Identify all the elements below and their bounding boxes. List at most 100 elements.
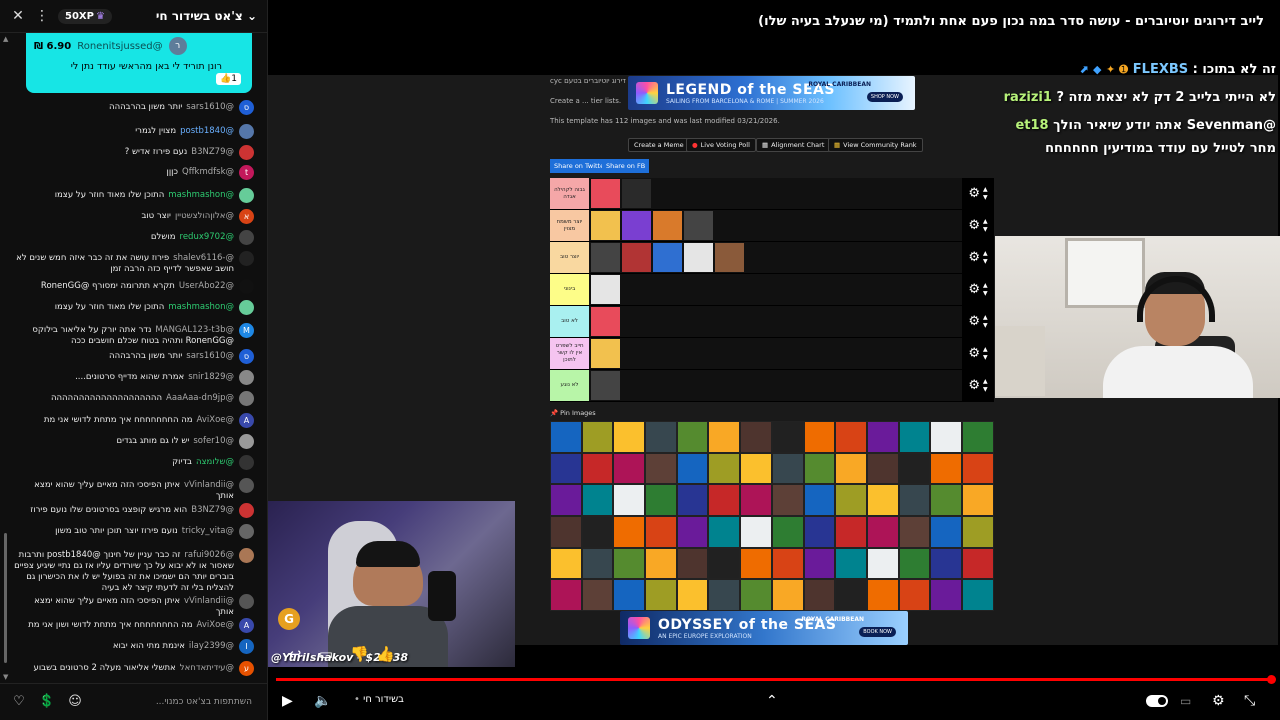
share-fb-button[interactable]: Share on FB xyxy=(602,159,650,173)
pool-image[interactable] xyxy=(930,484,962,517)
chat-message[interactable]: @vVinlandiiאיתן הפיסכי הזה מאיים עליך שה… xyxy=(14,594,254,618)
avatar[interactable] xyxy=(239,300,254,315)
pool-image[interactable] xyxy=(930,452,962,485)
tier-item-image[interactable] xyxy=(714,242,745,273)
avatar[interactable]: ע xyxy=(239,661,254,676)
pool-image[interactable] xyxy=(708,421,741,453)
pool-image[interactable] xyxy=(866,547,899,580)
chat-message[interactable]: @postb1840מצוין לגמרי xyxy=(14,124,254,139)
tier-item-image[interactable] xyxy=(621,210,652,241)
ad-cta-button[interactable]: SHOP NOW xyxy=(866,92,903,102)
emoji-icon[interactable]: ☺ xyxy=(66,693,84,711)
close-icon[interactable]: ✕ xyxy=(10,8,26,24)
pool-image[interactable] xyxy=(930,547,962,580)
tier-label[interactable]: גבוה לקהילה אגדה xyxy=(550,178,589,209)
avatar[interactable] xyxy=(239,188,254,203)
pool-image[interactable] xyxy=(645,579,677,611)
pool-image[interactable] xyxy=(550,579,582,611)
pool-image[interactable] xyxy=(930,421,962,453)
chevron-up-icon[interactable]: ▲ xyxy=(983,186,988,194)
pool-image[interactable] xyxy=(898,452,931,485)
author-name[interactable]: @-shalev6116 xyxy=(173,253,234,263)
author-name[interactable]: @mashmashon xyxy=(168,190,234,200)
like-button[interactable]: 👍1 xyxy=(216,73,241,85)
super-chat-message[interactable]: ר @Ronenitsjussed 6.90 ₪ רונן תוריד לי ב… xyxy=(26,33,252,93)
author-name[interactable]: @tricky_vita xyxy=(182,526,234,536)
avatar[interactable]: I xyxy=(239,639,254,654)
pool-image[interactable] xyxy=(581,452,614,485)
chevron-up-icon[interactable]: ⌃ xyxy=(766,690,778,712)
reorder-arrows[interactable]: ▲ ▼ xyxy=(983,346,988,362)
pool-image[interactable] xyxy=(645,452,677,485)
chat-message[interactable]: @UserAbo22 תקרא תתרומה ימסורף @RonenGG xyxy=(14,279,254,294)
pool-image[interactable] xyxy=(613,452,646,485)
chat-messages[interactable]: ▲ ר @Ronenitsjussed 6.90 ₪ רונן תוריד לי… xyxy=(0,33,268,683)
pool-image[interactable] xyxy=(613,547,646,580)
live-indicator[interactable]: בשידור חי • xyxy=(354,694,404,705)
pool-image[interactable] xyxy=(835,484,867,517)
pool-image[interactable] xyxy=(803,547,836,580)
pool-image[interactable] xyxy=(866,579,899,611)
pool-image[interactable] xyxy=(898,547,931,580)
pool-image[interactable] xyxy=(676,452,709,485)
tier-item-image[interactable] xyxy=(590,274,621,305)
avatar[interactable] xyxy=(239,251,254,266)
more-options-icon[interactable]: ⋮ xyxy=(34,8,50,24)
tier-item-image[interactable] xyxy=(590,338,621,369)
chat-input-field[interactable]: השתתפות בצ'אט כמנוי... xyxy=(94,697,258,707)
pool-image[interactable] xyxy=(740,421,772,453)
author-name[interactable]: @snir1829 xyxy=(188,372,234,382)
reorder-arrows[interactable]: ▲ ▼ xyxy=(983,218,988,234)
pool-image[interactable] xyxy=(866,484,899,517)
author-name[interactable]: @redux9702 xyxy=(180,232,234,242)
author-name[interactable]: @שלומצה xyxy=(196,457,234,467)
channel-logo[interactable]: G xyxy=(278,608,300,630)
avatar[interactable]: A xyxy=(239,413,254,428)
avatar[interactable]: M xyxy=(239,323,254,338)
pool-image[interactable] xyxy=(803,421,836,453)
pool-image[interactable] xyxy=(550,452,582,485)
avatar[interactable]: ס xyxy=(239,100,254,115)
pool-image[interactable] xyxy=(676,516,709,548)
pool-image[interactable] xyxy=(740,579,772,611)
author-name[interactable]: @postb1840 xyxy=(180,126,234,136)
pool-image[interactable] xyxy=(676,547,709,580)
ad-banner-top[interactable]: LEGEND of the SEAS SAILING FROM BARCELON… xyxy=(628,76,915,110)
pool-image[interactable] xyxy=(550,484,582,517)
chat-message[interactable]: @vVinlandiiאיתן הפיסכי הזה מאיים עליך שה… xyxy=(14,478,254,502)
pool-image[interactable] xyxy=(740,452,772,485)
pool-image[interactable] xyxy=(835,452,867,485)
chat-message[interactable]: @redux9702 מושלם xyxy=(14,230,254,245)
tier-label[interactable]: יוצר טוב xyxy=(550,242,589,273)
pool-image[interactable] xyxy=(803,579,836,611)
tier-item-image[interactable] xyxy=(621,178,652,209)
reorder-arrows[interactable]: ▲ ▼ xyxy=(983,314,988,330)
gear-icon[interactable]: ⚙ xyxy=(968,282,980,297)
avatar[interactable] xyxy=(239,594,254,609)
super-chat-icon[interactable]: 💲 xyxy=(38,693,56,711)
chevron-down-icon[interactable]: ▼ xyxy=(983,386,988,394)
fullscreen-exit-icon[interactable]: ⤡ xyxy=(1244,690,1255,712)
pool-image[interactable] xyxy=(961,516,994,548)
avatar[interactable] xyxy=(239,145,254,160)
author-name[interactable]: @vVinlandii xyxy=(184,596,234,606)
heart-icon[interactable]: ♡ xyxy=(10,693,28,711)
author-name[interactable]: @B3NZ79 xyxy=(191,505,234,515)
author-name[interactable]: @AviXoe xyxy=(197,620,234,630)
author-name[interactable]: @sars1610 xyxy=(186,351,234,361)
pool-image[interactable] xyxy=(708,516,741,548)
progress-bar[interactable] xyxy=(276,678,1272,681)
reorder-arrows[interactable]: ▲ ▼ xyxy=(983,250,988,266)
chat-title[interactable]: ⌄ צ'אט בשידור חי xyxy=(156,9,257,23)
author-name[interactable]: @ilay2399 xyxy=(189,641,234,651)
avatar[interactable]: A xyxy=(239,618,254,633)
avatar[interactable] xyxy=(239,391,254,406)
chat-message[interactable]: @-shalev6116פירוז עושה את זה כבר איזה חמ… xyxy=(14,251,254,275)
chat-message[interactable]: A @AviXoe מה החחחחחחח איך מתחת לדושי ושון … xyxy=(14,618,254,633)
reorder-arrows[interactable]: ▲ ▼ xyxy=(983,186,988,202)
avatar[interactable]: t xyxy=(239,165,254,180)
tier-item-image[interactable] xyxy=(590,370,621,401)
pool-image[interactable] xyxy=(835,516,867,548)
share-icon[interactable]: ↩ xyxy=(286,645,304,663)
author-name[interactable]: @אלוןהולצשטיין xyxy=(175,211,234,221)
